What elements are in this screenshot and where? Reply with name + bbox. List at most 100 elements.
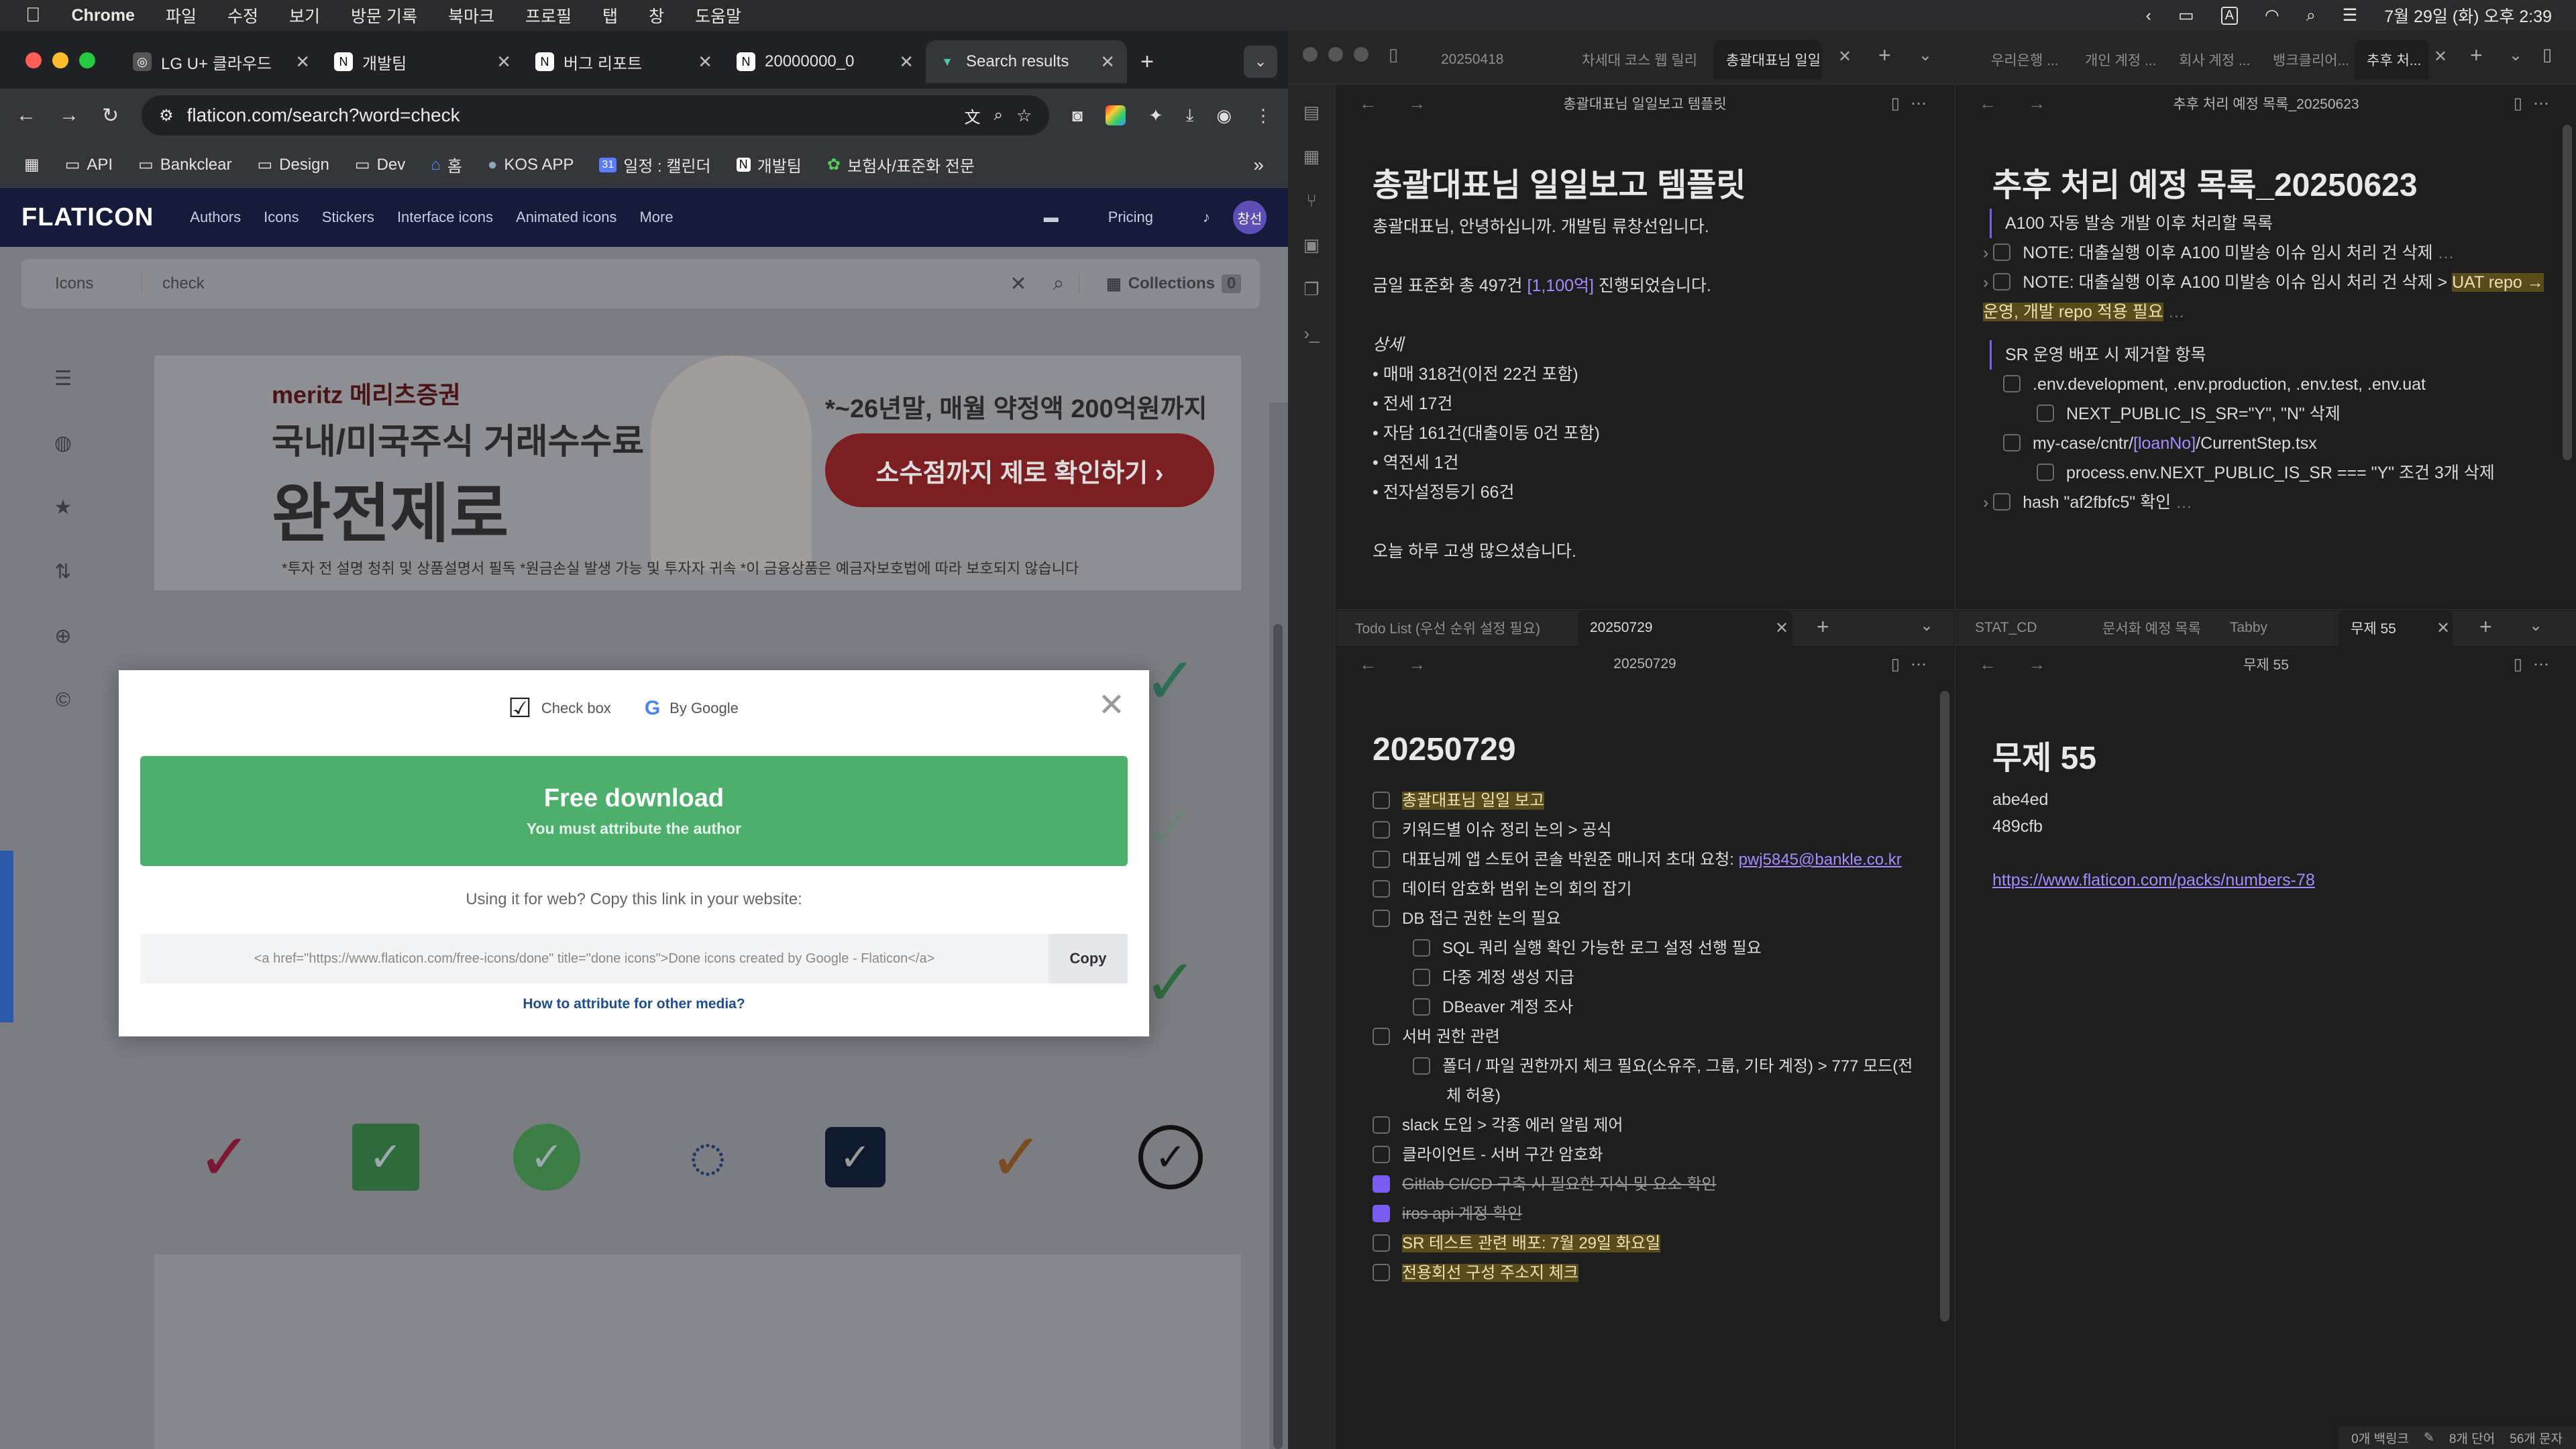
menu-history[interactable]: 방문 기록: [351, 3, 417, 28]
license-icon[interactable]: ©: [40, 678, 86, 723]
tab-daily-report[interactable]: 총괄대표님 일일...: [1714, 40, 1821, 79]
back-icon[interactable]: ←: [16, 104, 36, 127]
close-tab-icon[interactable]: ✕: [1100, 52, 1115, 72]
zoom-icon[interactable]: ⌕: [994, 106, 1003, 125]
orange-check-result-icon[interactable]: ✓: [979, 1120, 1053, 1194]
green-circle-result-icon[interactable]: ✓: [510, 1120, 584, 1194]
input-source-icon[interactable]: A: [2220, 6, 2238, 25]
browser-tab[interactable]: N 개발팀 ✕: [322, 40, 523, 83]
task-item[interactable]: › NOTE: 대출실행 이후 A100 미발송 이슈 임시 처리 건 삭제 >…: [1983, 268, 2549, 327]
bookmark-folder[interactable]: ▭ Design: [257, 155, 329, 174]
tab-bankclear[interactable]: 뱅크클리어...: [2261, 40, 2348, 79]
bookmark-link[interactable]: ⌂ 홈: [431, 153, 462, 176]
external-link[interactable]: https://www.flaticon.com/packs/numbers-7…: [1992, 867, 2549, 894]
checkbox[interactable]: [1993, 244, 2011, 262]
search-type-select[interactable]: Icons: [21, 274, 142, 293]
flaticon-logo[interactable]: FLATICON: [21, 203, 154, 232]
task-item[interactable]: › NOTE: 대출실행 이후 A100 미발송 이슈 임시 처리 건 삭제 …: [1983, 238, 2549, 268]
ad-button[interactable]: 소수점까지 제로 확인하기 ›: [825, 433, 1214, 507]
chat-check-result-icon[interactable]: ◌: [671, 1120, 745, 1194]
browser-tab[interactable]: N 버그 리포트 ✕: [523, 40, 724, 83]
nav-authors[interactable]: Authors: [190, 209, 241, 226]
menu-help[interactable]: 도움말: [695, 3, 741, 28]
translate-icon[interactable]: 文: [965, 104, 981, 127]
sidebar-toggle-icon[interactable]: ▯: [1389, 44, 1398, 65]
url-text[interactable]: flaticon.com/search?word=check: [187, 105, 951, 126]
tab-personal-account[interactable]: 개인 계정 ...: [2073, 40, 2160, 79]
close-tab-icon[interactable]: ✕: [295, 52, 310, 72]
checkbox[interactable]: [1993, 493, 2011, 511]
nav-arrows-icon[interactable]: ← →: [1359, 93, 1439, 114]
checkbox[interactable]: [1373, 1027, 1390, 1045]
task-item[interactable]: 전용회선 구성 주소지 체크: [1373, 1258, 1927, 1288]
flag-icon[interactable]: ▬: [1044, 209, 1059, 226]
right-sidebar-toggle-icon[interactable]: ▯: [2542, 44, 2552, 65]
checkbox[interactable]: [1373, 850, 1390, 868]
checkbox[interactable]: [1413, 998, 1430, 1016]
crosshair-icon[interactable]: ⊕: [40, 613, 86, 659]
bookmark-folder[interactable]: ▭ API: [65, 155, 113, 174]
checkbox-checked[interactable]: [1373, 1204, 1390, 1222]
tab-todo-list[interactable]: Todo List (우선 순위 설정 필요): [1343, 610, 1571, 645]
close-tab-icon[interactable]: ✕: [1775, 619, 1788, 638]
checkbox[interactable]: [1993, 273, 2011, 291]
minimize-window-button[interactable]: [52, 52, 68, 68]
task-item-done[interactable]: Gitlab CI/CD 구축 시 필요한 지식 및 요소 확인: [1373, 1170, 1927, 1199]
camera-icon[interactable]: ◙: [1072, 105, 1083, 126]
menu-app-name[interactable]: Chrome: [72, 6, 135, 25]
attribution-help-link[interactable]: How to attribute for other media?: [119, 996, 1149, 1012]
modal-tab-author[interactable]: G By Google: [645, 697, 739, 720]
collections-button[interactable]: ▦ Collections 0: [1079, 274, 1260, 294]
canvas-icon[interactable]: ▣: [1288, 228, 1335, 262]
checkbox[interactable]: [1373, 820, 1390, 839]
checkbox-checked[interactable]: [1373, 1175, 1390, 1193]
close-window-button[interactable]: [1303, 47, 1318, 62]
battery-icon[interactable]: ▭: [2178, 5, 2194, 25]
red-check-result-icon[interactable]: ✓: [188, 1120, 262, 1194]
minimize-window-button[interactable]: [1328, 47, 1343, 62]
task-item[interactable]: slack 도입 > 각종 에러 알림 제어: [1373, 1111, 1927, 1140]
tab-list-icon[interactable]: ⌄: [1919, 46, 1932, 65]
close-tab-icon[interactable]: ✕: [2436, 619, 2450, 638]
scrollbar-thumb[interactable]: [1273, 624, 1283, 1449]
pane-divider[interactable]: [1336, 609, 2576, 610]
attribution-code[interactable]: <a href="https://www.flaticon.com/free-i…: [140, 934, 1049, 983]
clock[interactable]: 7월 29일 (화) 오후 2:39: [2384, 3, 2552, 28]
checkbox[interactable]: [2003, 434, 2021, 452]
copy-icon[interactable]: ❐: [1288, 272, 1335, 306]
task-item[interactable]: 다중 계정 생성 지급: [1373, 963, 1927, 993]
close-tab-icon[interactable]: ✕: [2434, 47, 2447, 66]
profile-icon[interactable]: ◉: [1216, 105, 1232, 126]
close-tab-icon[interactable]: ✕: [496, 52, 511, 72]
menu-edit[interactable]: 수정: [227, 3, 258, 28]
chevron-left-icon[interactable]: ‹: [2146, 6, 2151, 25]
new-tab-button[interactable]: +: [1127, 40, 1167, 83]
tab-company-account[interactable]: 회사 계정 ...: [2167, 40, 2254, 79]
files-icon[interactable]: ▤: [1288, 95, 1335, 129]
reading-mode-icon[interactable]: ▯⋯: [1891, 94, 1937, 113]
tab-search-button[interactable]: ⌄: [1244, 46, 1277, 78]
page-scrollbar[interactable]: [1269, 402, 1288, 1449]
reading-mode-icon[interactable]: ▯⋯: [1891, 655, 1937, 674]
calendar-icon[interactable]: ▦: [1288, 140, 1335, 173]
close-window-button[interactable]: [25, 52, 42, 68]
bookmark-link[interactable]: ● KOS APP: [488, 156, 574, 174]
task-item[interactable]: 폴더 / 파일 권한까지 체크 필요(소유주, 그룹, 기타 계정) > 777…: [1373, 1052, 1927, 1111]
advertisement-banner[interactable]: meritz 메리츠증권 국내/미국주식 거래수수료 완전제로 *~26년말, …: [154, 356, 1241, 590]
edit-icon[interactable]: ✎: [2424, 1430, 2434, 1446]
menu-file[interactable]: 파일: [166, 3, 197, 28]
bookmark-link[interactable]: N 개발팀: [736, 153, 802, 176]
zoom-window-button[interactable]: [79, 52, 95, 68]
browser-tab-active[interactable]: ▼ Search results ✕: [926, 40, 1127, 83]
bookmark-folder[interactable]: ▭ Dev: [355, 155, 405, 174]
address-bar[interactable]: ⚙ flaticon.com/search?word=check 文 ⌕ ☆: [142, 95, 1050, 136]
bookmark-folder[interactable]: ▭ Bankclear: [138, 155, 231, 174]
task-item-done[interactable]: iros api 계정 확인: [1373, 1199, 1927, 1229]
site-info-icon[interactable]: ⚙: [159, 106, 174, 125]
checkbox[interactable]: [1413, 1057, 1430, 1075]
bookmark-link[interactable]: 31 일정 : 캘린더: [599, 153, 711, 176]
task-item[interactable]: 클라이언트 - 서버 구간 암호화: [1373, 1140, 1927, 1170]
task-item[interactable]: 서버 권한 관련: [1373, 1022, 1927, 1052]
checkbox[interactable]: [1373, 1116, 1390, 1134]
tab-list-icon[interactable]: ⌄: [1920, 616, 1933, 635]
